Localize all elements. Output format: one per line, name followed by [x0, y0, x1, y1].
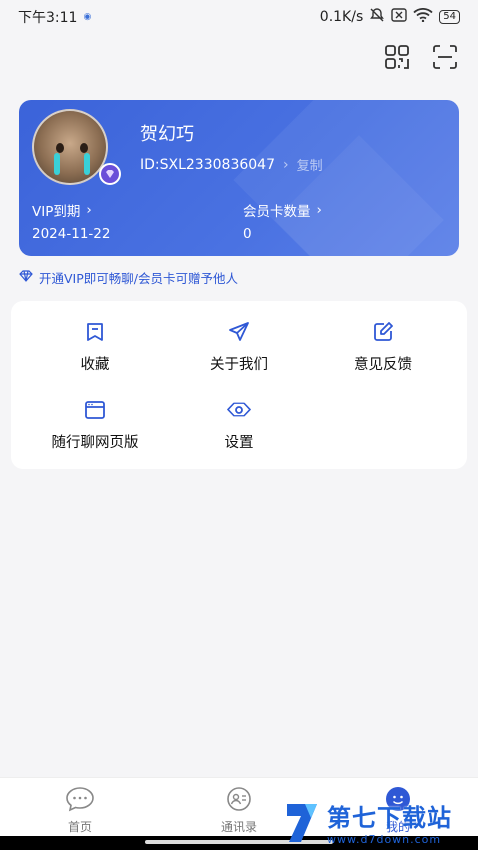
nav-label: 首页: [67, 820, 92, 834]
vip-expiry-date: 2024-11-22: [32, 226, 111, 242]
avatar-eye: [80, 143, 88, 153]
member-cards-label: 会员卡数量: [243, 204, 311, 220]
status-bar: 下午3:11 ◉ 0.1K/s 54: [0, 0, 478, 34]
vip-expiry-link[interactable]: VIP到期 ›: [32, 200, 92, 220]
avatar-eye: [56, 143, 64, 153]
avatar-tear: [54, 153, 60, 175]
diamond-icon: [19, 270, 33, 285]
notification-dot-icon: ◉: [83, 12, 92, 22]
menu-item-label: 关于我们: [210, 357, 268, 373]
edit-icon: [370, 319, 396, 345]
menu-item-web-version[interactable]: 随行聊网页版: [20, 397, 170, 452]
avatar-tear: [84, 153, 90, 175]
menu-item-label: 意见反馈: [354, 357, 412, 373]
top-actions: [384, 44, 458, 70]
member-cards-link[interactable]: 会员卡数量 ›: [243, 200, 322, 220]
scan-icon[interactable]: [432, 44, 458, 70]
member-card: 贺幻巧 ID:SXL2330836047 › 复制 VIP到期 › 2024-1…: [19, 100, 459, 256]
wifi-icon: [413, 8, 433, 26]
vip-badge-icon: [99, 163, 121, 185]
watermark: 第七下载站 www.d7down.com: [283, 796, 478, 848]
status-left: 下午3:11 ◉: [18, 7, 91, 27]
menu-item-about[interactable]: 关于我们: [164, 319, 314, 374]
browser-icon: [82, 397, 108, 423]
battery-icon: 54: [439, 10, 460, 24]
vip-expiry-label: VIP到期: [32, 204, 81, 220]
menu-item-settings[interactable]: 设置: [164, 397, 314, 452]
contacts-icon: [225, 786, 253, 816]
menu-item-label: 设置: [224, 435, 254, 451]
qr-code-icon[interactable]: [384, 44, 410, 70]
status-time: 下午3:11: [18, 10, 78, 26]
menu-item-label: 收藏: [80, 357, 110, 373]
vip-promo[interactable]: 开通VIP即可畅聊/会员卡可赠予他人: [19, 268, 238, 287]
network-speed: 0.1K/s: [319, 9, 364, 25]
menu-item-favorites[interactable]: 收藏: [20, 319, 170, 374]
nav-home[interactable]: 首页: [40, 786, 120, 835]
send-icon: [226, 319, 252, 345]
sim-icon: [391, 8, 407, 26]
chevron-right-icon: ›: [86, 202, 92, 218]
nav-label: 通讯录: [220, 820, 257, 834]
copy-button[interactable]: 复制: [297, 155, 323, 174]
member-cards-count: 0: [243, 226, 252, 242]
status-right: 0.1K/s 54: [320, 7, 460, 27]
watermark-url: www.d7down.com: [327, 833, 442, 846]
nav-contacts[interactable]: 通讯录: [199, 786, 279, 835]
bookmark-icon: [82, 319, 108, 345]
menu-item-label: 随行聊网页版: [51, 435, 139, 451]
avatar[interactable]: [32, 109, 108, 185]
chat-bubble-icon: [65, 786, 95, 816]
chevron-right-icon: ›: [316, 202, 322, 218]
user-id-row: ID:SXL2330836047 › 复制: [140, 155, 323, 175]
watermark-text: 第七下载站 www.d7down.com: [327, 798, 452, 846]
menu-panel: 收藏 关于我们 意见反馈 随行聊网页版 设置: [11, 301, 467, 469]
watermark-logo-icon: [283, 798, 323, 846]
watermark-title: 第七下载站: [327, 804, 452, 832]
settings-icon: [226, 397, 252, 423]
username: 贺幻巧: [140, 124, 194, 145]
mute-icon: [369, 7, 385, 27]
chevron-right-icon: ›: [282, 156, 289, 173]
promo-text: 开通VIP即可畅聊/会员卡可赠予他人: [39, 271, 238, 286]
user-id: ID:SXL2330836047: [140, 156, 275, 173]
menu-item-feedback[interactable]: 意见反馈: [308, 319, 458, 374]
